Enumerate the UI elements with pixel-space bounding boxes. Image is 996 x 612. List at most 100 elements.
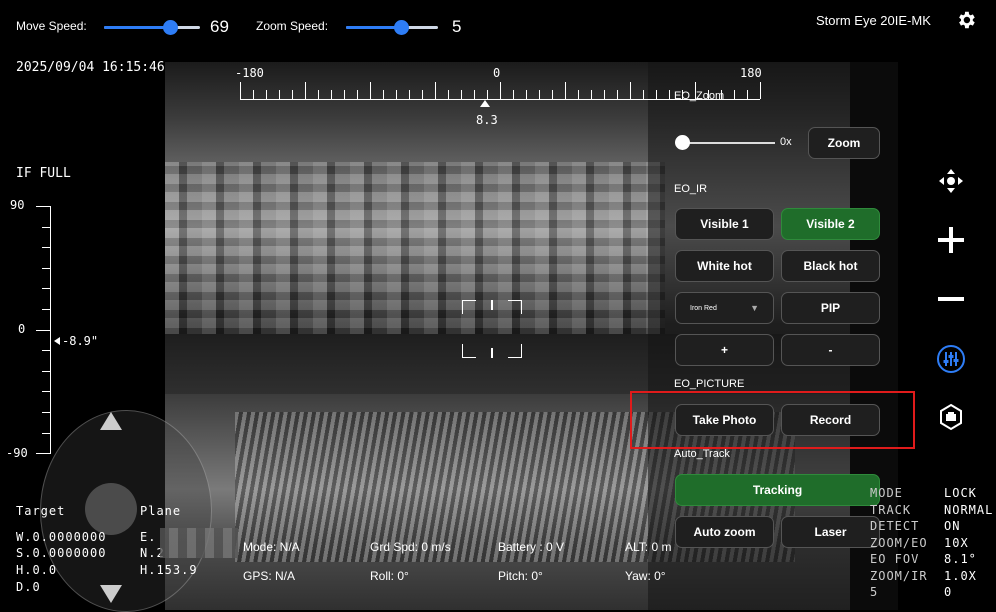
telemetry-mode: Mode: N/A [243,540,300,554]
heading-tick [331,90,332,99]
zoom-speed-knob[interactable] [394,20,410,35]
target-h: H.0.0 [16,563,58,577]
telemetry-gps: GPS: N/A [243,569,296,583]
plane-e: E. [140,530,157,544]
heading-tick [383,90,384,99]
joystick-knob[interactable] [85,483,137,535]
pitch-pointer-icon [54,337,60,345]
pitch-scale-line [50,206,51,454]
heading-tick [578,90,579,99]
plus-button[interactable]: + [675,334,774,366]
telemetry-alt: ALT: 0 m [625,540,672,554]
auto-zoom-button[interactable]: Auto zoom [675,516,774,548]
eo-zoom-label: EO_Zoom [674,90,725,102]
heading-tick [370,82,371,99]
status-key: ZOOM/IR [870,568,928,583]
heading-tick [461,90,462,99]
minus-button[interactable]: - [781,334,880,366]
pitch-tick [36,329,50,331]
move-icon[interactable] [936,166,966,196]
status-key: TRACK [870,502,912,517]
heading-tick [240,82,241,99]
auto-track-label: Auto_Track [674,448,730,460]
joystick-up-arrow-icon[interactable] [100,412,122,430]
heading-tick [474,90,475,99]
tracking-button[interactable]: Tracking [675,474,880,506]
heading-tick [357,90,358,99]
status-value: 1.0X [944,568,977,583]
pitch-tick [42,432,50,434]
status-value: 8.1° [944,552,977,566]
zoom-speed-value: 5 [452,17,462,36]
pitch-tick [42,226,50,228]
visible-1-button[interactable]: Visible 1 [675,208,774,240]
joystick-down-arrow-icon[interactable] [100,585,122,603]
heading-tick [526,90,527,99]
pitch-tick [42,350,50,352]
heading-tick [500,82,501,99]
heading-tick [422,90,423,99]
move-speed-value: 69 [210,17,229,36]
highlight-box [630,391,915,449]
heading-tick [552,90,553,99]
move-speed-label: Move Speed: [16,19,87,33]
heading-tick [435,82,436,99]
pitch-tick [42,267,50,269]
minus-icon[interactable] [935,284,967,314]
zoom-button[interactable]: Zoom [808,127,880,159]
status-value: 0 [944,585,953,599]
crosshair-icon [461,299,523,359]
move-speed-knob[interactable] [163,20,179,35]
eo-zoom-knob[interactable] [675,135,690,150]
gear-icon[interactable] [954,8,978,32]
heading-tick [734,90,735,99]
move-speed-slider[interactable] [104,20,200,35]
status-key: DETECT [870,519,920,533]
chevron-down-icon: ▼ [750,303,759,313]
plane-h: H.153.9 [140,563,198,577]
pitch-tick [42,370,50,372]
eo-zoom-slider[interactable] [680,142,775,144]
plane-title: Plane [140,504,182,518]
target-d: D.0 [16,580,41,594]
black-hot-button[interactable]: Black hot [781,250,880,282]
zoom-speed-fill [346,26,402,29]
telemetry-roll: Roll: 0° [370,569,409,583]
target-s: S.0.0000000 [16,546,107,560]
pip-button[interactable]: PIP [781,292,880,324]
heading-tick [513,90,514,99]
laser-button[interactable]: Laser [781,516,880,548]
sliders-icon[interactable] [935,343,967,375]
white-hot-button[interactable]: White hot [675,250,774,282]
heading-tick [656,90,657,99]
heading-tick [305,82,306,99]
pitch-value: -8.9" [62,334,99,348]
status-key: MODE [870,486,903,500]
heading-tick [292,90,293,99]
heading-tick [591,90,592,99]
eo-zoom-value: 0x [780,136,792,148]
palette-select-value: Iron Red [690,304,717,312]
heading-pointer-icon [480,100,490,107]
heading-right-label: 180 [740,66,762,80]
visible-2-button[interactable]: Visible 2 [781,208,880,240]
palette-select[interactable]: Iron Red ▼ [675,292,774,324]
status-value: 10X [944,535,969,550]
pitch-tick [36,206,50,207]
heading-tick [266,90,267,99]
heading-tick [539,90,540,99]
status-value: NORMAL [944,502,994,517]
telemetry-battery: Battery : 0 V [498,540,565,554]
pitch-tick [42,247,50,249]
zoom-speed-slider[interactable] [346,20,438,35]
camera-badge-icon[interactable] [936,402,966,432]
heading-value: 8.3 [476,113,498,127]
eo-ir-label: EO_IR [674,183,708,195]
heading-tick [565,82,566,99]
plus-icon[interactable] [935,224,967,256]
status-key: EO FOV [870,552,920,566]
telemetry-yaw: Yaw: 0° [625,569,666,583]
telemetry-pitch: Pitch: 0° [498,569,543,583]
heading-tick [318,90,319,99]
target-title: Target [16,504,66,518]
